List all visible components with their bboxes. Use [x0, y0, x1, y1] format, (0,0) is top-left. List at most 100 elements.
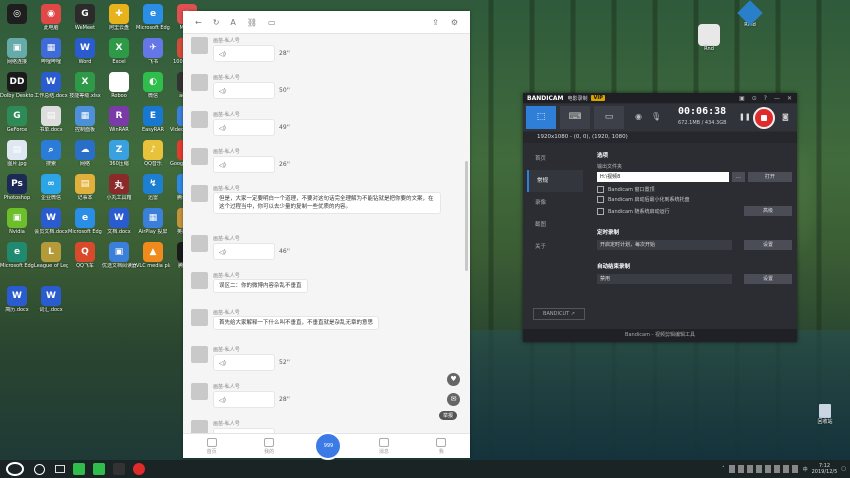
desktop-icon[interactable]: X Excel — [102, 38, 136, 72]
desktop-icon[interactable]: Q QQ飞车 — [68, 242, 102, 276]
desktop-icon[interactable]: ∞ 企业微信 — [34, 174, 68, 208]
desktop-icon[interactable]: ⌕ 搜索 — [34, 140, 68, 174]
desktop-icon[interactable]: ✚ 阿里云盘 — [102, 4, 136, 38]
link-icon[interactable]: ⛓ — [247, 18, 257, 27]
tab-messages[interactable]: 消息 — [364, 437, 404, 455]
close-icon[interactable]: ✕ — [787, 95, 792, 102]
desktop-icon[interactable]: eMicrosoft Edge Canary — [0, 242, 34, 276]
desktop-icon[interactable]: ♪ QQ音乐 — [136, 140, 170, 174]
avatar[interactable] — [191, 346, 208, 363]
desktop-icon[interactable]: 丸小丸工具箱 — [102, 174, 136, 208]
desktop-icon[interactable]: X 技能等级.xlsx — [68, 72, 102, 106]
desktop-icon[interactable]: ✈ 飞书 — [136, 38, 170, 72]
voice-message[interactable]: ◁) — [213, 45, 275, 62]
desktop-icon[interactable]: ▣ 网络连接 — [0, 38, 34, 72]
pause-icon[interactable]: ❚❚ — [739, 113, 751, 121]
desktop-icon[interactable]: W 简历.docx — [0, 286, 34, 320]
font-size-icon[interactable]: A — [230, 18, 235, 27]
notification-icon[interactable]: ▢ — [841, 466, 846, 472]
bandicam-taskbar-icon[interactable] — [133, 463, 145, 475]
desktop-icon[interactable]: LLeague of Legends — [34, 242, 68, 276]
desktop-icon[interactable]: ▦ AirPlay 投屏 — [136, 208, 170, 242]
settings-icon[interactable]: ⚙ — [451, 18, 458, 27]
wechat-taskbar-icon[interactable] — [73, 463, 85, 475]
avatar[interactable] — [191, 74, 208, 91]
message-list[interactable]: 画苗-私人号 ◁) 28'' 画苗-私人号 ◁) 50'' 画苗-私人号 ◁) 49'' 画苗-私… — [183, 34, 463, 434]
voice-message[interactable]: ◁) — [213, 354, 275, 371]
sidebar-item-video[interactable]: 录像 — [527, 192, 583, 214]
like-icon[interactable]: ♥ — [447, 373, 460, 386]
help-icon[interactable]: ? — [764, 95, 767, 102]
topmost-checkbox[interactable]: Bandicam 窗口置顶 — [597, 186, 792, 193]
desktop-icon[interactable]: ▦ 控制面板 — [68, 106, 102, 140]
desktop-icon[interactable]: E EasyRAR — [136, 106, 170, 140]
task-view-icon[interactable] — [55, 465, 65, 473]
screenshot-icon[interactable]: ◙ — [782, 113, 789, 121]
advanced-button[interactable]: 高级 — [744, 206, 792, 216]
desktop-icon[interactable]: ☁ 网络 — [68, 140, 102, 174]
browse-button[interactable]: ... — [732, 172, 745, 182]
desktop-icon[interactable]: W 工作总结.docx — [34, 72, 68, 106]
resolution-bar[interactable]: 1920x1080 - (0, 0), (1920, 1080) — [523, 132, 797, 143]
desktop-icon[interactable]: e Microsoft Edge — [68, 208, 102, 242]
tray-arrow-icon[interactable]: ˄ — [722, 466, 725, 472]
wechat-work-taskbar-icon[interactable] — [93, 463, 105, 475]
desktop-icon[interactable]: ↯ 迅雷 — [136, 174, 170, 208]
desktop-icon-right-top[interactable]: Rmd — [737, 0, 763, 28]
desktop-icon[interactable]: ◯ Roboo — [102, 72, 136, 106]
voice-message[interactable]: ◁) — [213, 391, 275, 408]
language-indicator[interactable]: 中 — [803, 466, 808, 473]
voice-message[interactable]: ◁) — [213, 119, 275, 136]
avatar[interactable] — [191, 185, 208, 202]
game-mode-button[interactable]: ⌨ — [560, 106, 590, 129]
tab-home[interactable]: 首页 — [192, 437, 232, 455]
voice-message[interactable]: ◁) — [213, 243, 275, 260]
stop-record-button[interactable] — [753, 107, 775, 129]
folder-icon[interactable]: ▣ — [739, 95, 745, 102]
desktop-icon[interactable]: G GeForce — [0, 106, 34, 140]
output-folder-input[interactable]: H:\视频8 — [597, 172, 730, 182]
desktop-icon[interactable]: Z 360压缩 — [102, 140, 136, 174]
tab-mine[interactable]: 我的 — [249, 437, 289, 455]
clock[interactable]: 7:12 2019/12/5 — [812, 463, 838, 475]
avatar[interactable] — [191, 420, 208, 434]
sidebar-item-general[interactable]: 常规 — [527, 170, 583, 192]
app-taskbar-icon[interactable] — [113, 463, 125, 475]
desktop-icon[interactable]: DD Dolby Desktop — [0, 72, 34, 106]
desktop-icon[interactable]: R WinRAR — [102, 106, 136, 140]
device-mode-button[interactable]: ▭ — [594, 106, 624, 129]
report-button[interactable]: 举报 — [439, 411, 458, 420]
save-icon[interactable]: ▭ — [268, 18, 276, 27]
text-message[interactable]: 首先给大家解释一下什么叫不垂直，不垂直就是杂乱无章的意思 — [213, 316, 380, 330]
desktop-icon[interactable]: W Word — [68, 38, 102, 72]
voice-message[interactable]: ◁) — [213, 82, 275, 99]
screen-mode-button[interactable]: ⬚ — [526, 106, 556, 129]
avatar[interactable] — [191, 309, 208, 326]
desktop-icon[interactable]: G WeMeet — [68, 4, 102, 38]
desktop-icon[interactable]: ▤ 记事本 — [68, 174, 102, 208]
open-folder-button[interactable]: 打开 — [747, 172, 792, 182]
desktop-icon[interactable]: W 词汇.docx — [34, 286, 68, 320]
desktop-icon[interactable]: ◐ 微信 — [136, 72, 170, 106]
desktop-icon[interactable]: ▦ 哔哩哔哩 — [34, 38, 68, 72]
search-icon[interactable] — [34, 463, 45, 475]
voice-message[interactable]: ◁) — [213, 156, 275, 173]
timer-settings-button[interactable]: 设置 — [744, 240, 792, 250]
avatar[interactable] — [191, 148, 208, 165]
minimize-tray-checkbox[interactable]: Bandicam 启动后最小化到系统托盘 — [597, 196, 792, 203]
refresh-icon[interactable]: ↻ — [213, 18, 220, 27]
microphone-icon[interactable]: 🎙︎ — [651, 112, 661, 121]
tab-me[interactable]: 我 — [421, 437, 461, 455]
autostart-checkbox[interactable]: Bandicam 随系统启动运行 高级 — [597, 206, 792, 216]
avatar[interactable] — [191, 235, 208, 252]
back-icon[interactable]: ← — [195, 18, 202, 27]
tray-icons[interactable] — [728, 465, 799, 473]
recycle-bin-icon[interactable]: 回收站 — [810, 404, 840, 425]
desktop-icon[interactable]: W 文档.docx — [102, 208, 136, 242]
desktop-icon[interactable]: ▲VLC media player — [136, 242, 170, 276]
desktop-icon[interactable]: Ps Photoshop — [0, 174, 34, 208]
share-icon[interactable]: ⇪ — [432, 18, 439, 27]
avatar[interactable] — [191, 272, 208, 289]
desktop-icon[interactable]: ▣ Nvidia — [0, 208, 34, 242]
bandicam-footer[interactable]: Bandicam - 视频剪辑编辑工具 — [523, 329, 797, 342]
